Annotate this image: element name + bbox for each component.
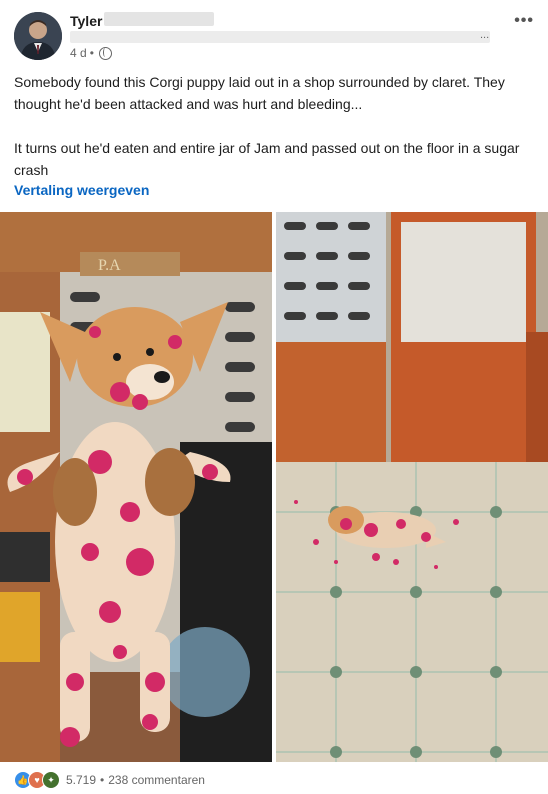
- corgi-on-floor-illustration: [276, 212, 548, 762]
- social-counts[interactable]: 👍 ♥ ✦ 5.719 • 238 commentaren: [14, 771, 205, 789]
- redacted-headline: [70, 31, 490, 43]
- headline-ellipsis: ...: [480, 29, 490, 41]
- footer-separator: •: [100, 773, 105, 787]
- globe-icon: [98, 46, 112, 60]
- corgi-held-photo[interactable]: P.A: [0, 212, 272, 762]
- post-paragraph: Somebody found this Corgi puppy laid out…: [14, 74, 505, 112]
- svg-text:P.A: P.A: [98, 257, 121, 274]
- translate-link[interactable]: Vertaling weergeven: [14, 182, 149, 198]
- corgi-on-floor-photo[interactable]: [276, 212, 548, 762]
- reaction-count[interactable]: 5.719: [66, 773, 96, 787]
- author-name[interactable]: Tyler: [70, 13, 102, 29]
- comments-count[interactable]: 238 commentaren: [108, 773, 205, 787]
- post-time: 4 d: [70, 46, 87, 60]
- avatar-image: [14, 12, 62, 60]
- more-options-icon[interactable]: •••: [514, 12, 534, 30]
- meta-separator: •: [89, 46, 94, 60]
- feed-post-card: Tyler ... 4 d • ••• Somebody found this …: [0, 0, 548, 794]
- author-avatar[interactable]: [14, 12, 62, 60]
- post-meta: 4 d •: [70, 46, 112, 60]
- celebrate-reaction-icon: ✦: [42, 771, 60, 789]
- corgi-held-illustration: P.A: [0, 212, 272, 762]
- post-paragraph: It turns out he'd eaten and entire jar o…: [14, 140, 520, 178]
- redacted-name: [104, 12, 214, 26]
